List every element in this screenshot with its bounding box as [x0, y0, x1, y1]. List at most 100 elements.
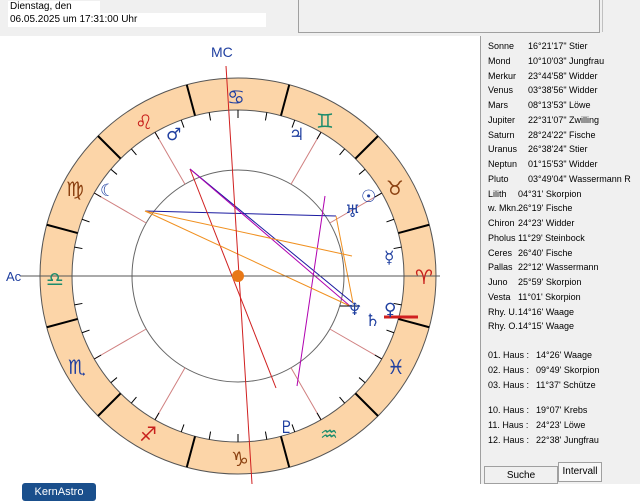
position-value: 01°15'53" Widder: [528, 159, 598, 169]
position-value: 23°44'58" Widder: [528, 70, 598, 81]
position-row: Jupiter 22°31'07" Zwilling: [488, 114, 599, 126]
position-name: Mond: [488, 55, 511, 66]
interval-button[interactable]: Intervall: [558, 462, 602, 482]
sun-icon: ☉: [361, 187, 376, 207]
position-value: 08°13'53" Löwe: [528, 100, 591, 110]
position-row: 03. Haus : 11°37' Schütze: [488, 379, 596, 391]
capricorn-sign-icon: ♑: [231, 447, 249, 471]
chart-area: MC Ac ♈ ♉ ♊ ♋ ♌ ♍ ♎ ♏ ♐ ♑ ♒ ♓ ☉ ☾ ☿ ♀ ♂ …: [0, 36, 481, 501]
position-name: Venus: [488, 85, 514, 96]
mars-icon: ♂: [166, 125, 181, 145]
position-row: Pholus 11°29' Steinbock: [488, 232, 585, 244]
position-name: Pluto: [488, 173, 509, 184]
position-row: Uranus 26°38'24" Stier: [488, 143, 588, 155]
position-name: 01. Haus :: [488, 350, 530, 360]
position-row: Merkur 23°44'58" Widder: [488, 70, 598, 82]
position-row: Neptun 01°15'53" Widder: [488, 158, 598, 170]
position-row: Vesta 11°01' Skorpion: [488, 291, 581, 303]
cancer-sign-icon: ♋: [227, 85, 245, 109]
position-row: Mond 10°10'03" Jungfrau: [488, 55, 604, 67]
position-value: 14°15' Waage: [518, 321, 575, 332]
position-value: 24°23' Widder: [518, 218, 575, 228]
top-panel: [298, 0, 600, 33]
position-value: 26°40' Fische: [518, 247, 573, 258]
kernastro-logo: KernAstro: [22, 483, 96, 501]
position-row: Chiron 24°23' Widder: [488, 217, 574, 229]
position-name: Pallas: [488, 262, 513, 273]
position-row: Rhy. U.14°16' Waage: [488, 306, 574, 318]
position-name: 03. Haus :: [488, 379, 530, 390]
position-row: Pluto 03°49'04" Wassermann R: [488, 173, 631, 185]
center-dot: [232, 270, 244, 282]
position-row: Venus 03°38'56" Widder: [488, 84, 598, 96]
taurus-sign-icon: ♉: [386, 176, 404, 200]
position-value: 11°01' Skorpion: [518, 291, 581, 302]
position-name: Ceres: [488, 247, 513, 258]
position-name: Mars: [488, 100, 508, 110]
aries-sign-icon: ♈: [415, 265, 433, 289]
jupiter-icon: ♃: [289, 125, 304, 145]
horoscope-wheel[interactable]: MC Ac ♈ ♉ ♊ ♋ ♌ ♍ ♎ ♏ ♐ ♑ ♒ ♓ ☉ ☾ ☿ ♀ ♂ …: [0, 36, 480, 484]
ac-label: Ac: [6, 269, 22, 284]
position-name: 11. Haus :: [488, 419, 529, 430]
position-row: 11. Haus : 24°23' Löwe: [488, 419, 585, 431]
position-value: 22°38' Jungfrau: [536, 434, 599, 445]
position-row: 01. Haus : 14°26' Waage: [488, 349, 592, 361]
position-row: 12. Haus : 22°38' Jungfrau: [488, 434, 599, 446]
position-name: Pholus: [488, 232, 516, 243]
position-value: 14°16' Waage: [518, 306, 575, 317]
position-name: Lilith: [488, 188, 507, 199]
position-value: 11°29' Steinbock: [518, 232, 585, 243]
position-name: Vesta: [488, 291, 511, 302]
mercury-icon: ☿: [384, 248, 394, 268]
gemini-sign-icon: ♊: [316, 109, 334, 133]
position-name: Rhy. O.: [488, 321, 518, 332]
position-value: 04°31' Skorpion: [518, 188, 582, 199]
position-value: 19°07' Krebs: [536, 405, 588, 415]
position-value: 28°24'22" Fische: [528, 129, 596, 140]
pluto-icon: ♇: [279, 418, 294, 438]
position-row: Lilith 04°31' Skorpion: [488, 188, 581, 200]
sagittarius-sign-icon: ♐: [139, 422, 157, 446]
position-value: 16°21'17" Stier: [528, 41, 588, 51]
pisces-sign-icon: ♓: [387, 355, 405, 379]
top-right-panel: [602, 0, 639, 32]
position-name: w. Mkn.: [488, 203, 519, 214]
venus-icon: ♀: [384, 300, 396, 320]
position-value: 22°12' Wassermann: [518, 262, 599, 273]
position-row: Rhy. O.14°15' Waage: [488, 320, 574, 332]
position-row: Saturn 28°24'22" Fische: [488, 129, 596, 141]
position-value: 26°19' Fische: [518, 203, 573, 214]
position-row: Pallas 22°12' Wassermann: [488, 261, 599, 273]
position-value: 26°38'24" Stier: [528, 144, 588, 155]
position-row: 10. Haus : 19°07' Krebs: [488, 404, 587, 416]
neptune-icon: ♆: [347, 300, 362, 320]
aquarius-sign-icon: ♒: [320, 422, 338, 446]
top-toolbar: Dienstag, den 06.05.2025 um 17:31:00 Uhr: [0, 0, 640, 37]
position-value: 09°49' Skorpion: [536, 364, 600, 375]
position-value: 11°37' Schütze: [536, 379, 596, 390]
position-row: Ceres 26°40' Fische: [488, 247, 572, 259]
position-value: 03°38'56" Widder: [528, 85, 598, 96]
position-name: Juno: [488, 277, 508, 287]
moon-icon: ☾: [100, 181, 115, 201]
position-row: Mars 08°13'53" Löwe: [488, 99, 591, 111]
search-button[interactable]: Suche: [484, 466, 558, 484]
position-row: Juno 25°59' Skorpion: [488, 276, 581, 288]
position-list: Sonne 16°21'17" Stier Mond 10°10'03" Jungfr…: [481, 36, 640, 484]
position-name: Saturn: [488, 129, 515, 140]
position-name: Chiron: [488, 218, 515, 228]
weekday-label: Dienstag, den: [8, 1, 100, 13]
position-name: Neptun: [488, 159, 518, 169]
position-value: 10°10'03" Jungfrau: [528, 55, 605, 66]
position-name: Uranus: [488, 144, 518, 155]
position-row: Sonne 16°21'17" Stier: [488, 40, 588, 52]
position-row: 02. Haus : 09°49' Skorpion: [488, 364, 599, 376]
scorpio-sign-icon: ♏: [68, 355, 86, 379]
date-box: Dienstag, den 06.05.2025 um 17:31:00 Uhr: [4, 0, 294, 32]
position-name: Rhy. U.: [488, 306, 518, 317]
datetime-field[interactable]: 06.05.2025 um 17:31:00 Uhr: [8, 13, 266, 27]
uranus-icon: ♅: [345, 202, 360, 222]
position-value: 24°23' Löwe: [536, 419, 586, 430]
position-row: w. Mkn.26°19' Fische: [488, 202, 572, 214]
